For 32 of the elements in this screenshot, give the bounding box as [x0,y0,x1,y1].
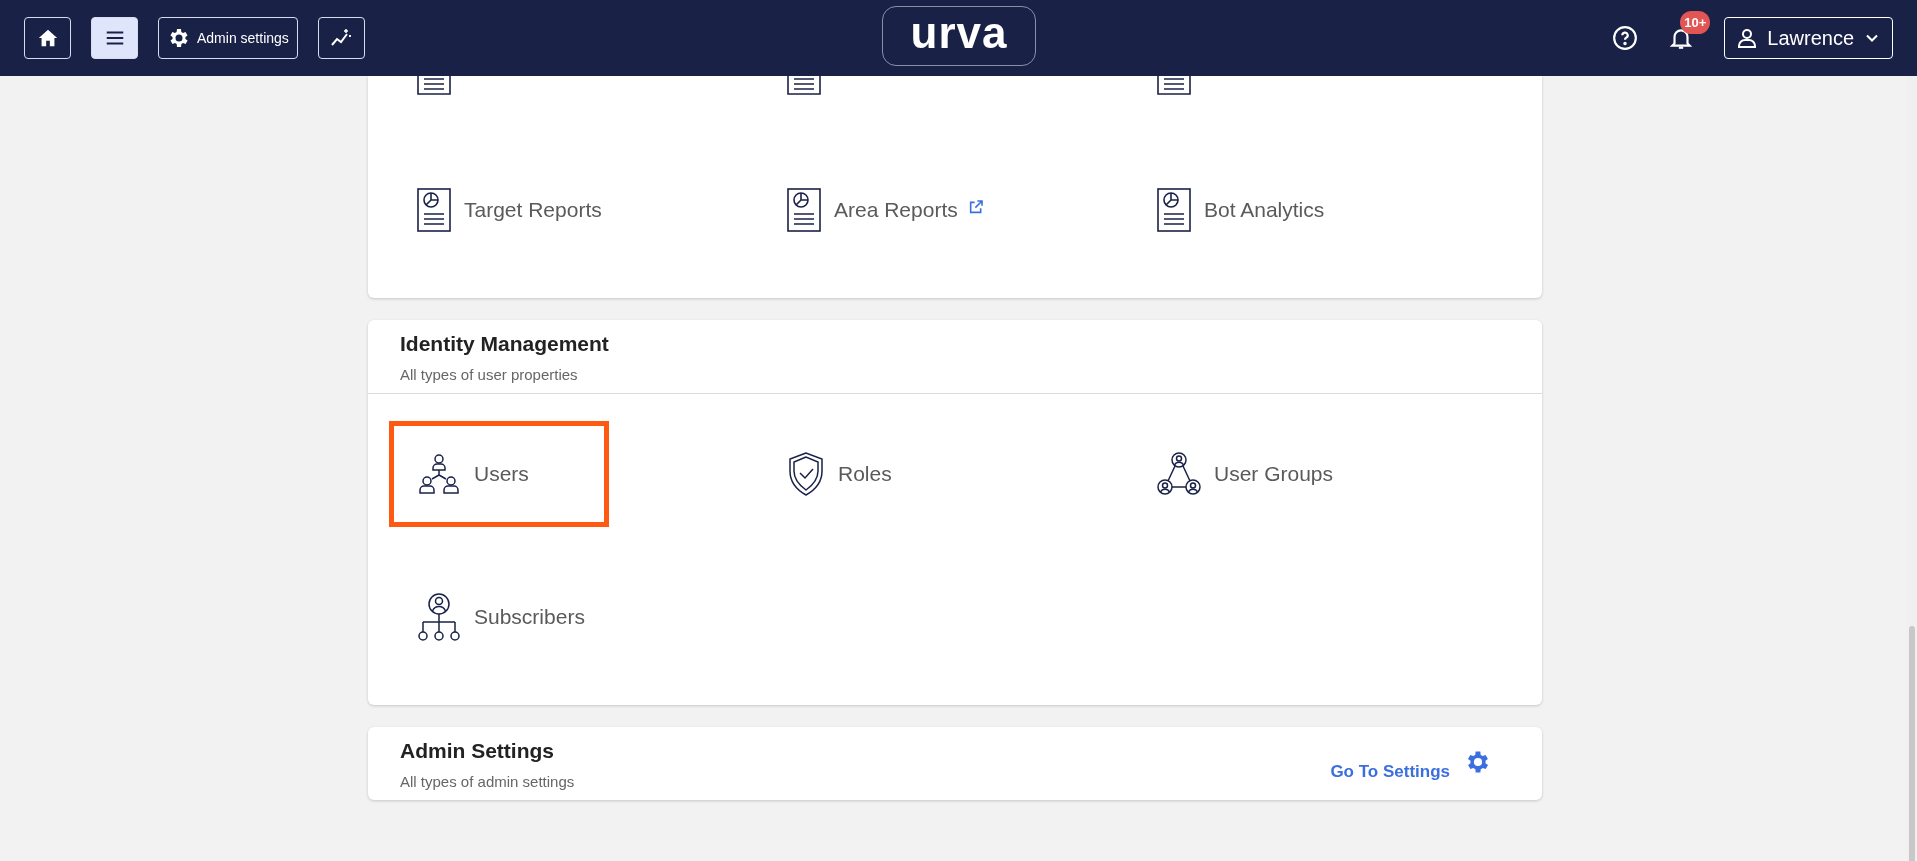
home-icon [36,27,59,49]
report-icon[interactable] [786,187,822,233]
user-groups-icon[interactable] [1156,451,1202,497]
menu-item[interactable]: Roles [759,421,979,527]
notification-badge: 10+ [1680,11,1711,34]
menu-item[interactable]: Subscribers [389,564,609,670]
menu-button[interactable] [91,17,138,59]
user-menu-button[interactable]: Lawrence [1724,17,1893,59]
admin-settings-button[interactable]: Admin settings [158,17,298,59]
shield-check-icon[interactable] [786,451,826,497]
help-icon[interactable] [1612,25,1639,51]
go-to-settings-link[interactable]: Go To Settings [1330,761,1450,782]
menu-item[interactable]: Area Reports [759,157,989,263]
section-title: Identity Management [400,332,610,356]
users-icon[interactable] [416,451,462,497]
document-icon[interactable] [1156,76,1192,96]
section-subtitle: All types of user properties [400,366,579,383]
subscribers-icon[interactable] [416,592,462,642]
insights-button[interactable] [317,17,365,59]
report-icon[interactable] [416,187,452,233]
menu-item[interactable]: Target Reports [389,157,609,263]
external-link-icon[interactable] [967,199,984,215]
report-icon[interactable] [1156,187,1192,233]
home-button[interactable] [24,17,71,59]
section-subtitle: All types of admin settings [400,773,575,790]
menu-item[interactable]: User Groups [1129,421,1349,527]
menu-item[interactable]: Bot Analytics [1129,157,1349,263]
menu-item[interactable]: Users [389,421,609,527]
section-title: Admin Settings [400,739,555,763]
logo[interactable]: urva [882,6,1036,66]
document-icon[interactable] [416,76,452,96]
document-icon[interactable] [786,76,822,96]
